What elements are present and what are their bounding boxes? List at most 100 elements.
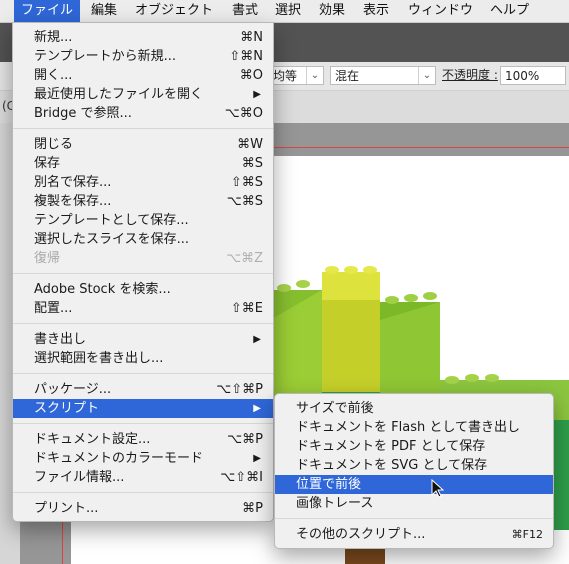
menu-item-scripts[interactable]: スクリプト ▶ bbox=[13, 399, 273, 418]
submenu-arrow-icon: ▶ bbox=[253, 89, 261, 100]
menu-item-shortcut: ⌘P bbox=[242, 501, 263, 516]
menu-item-label: その他のスクリプト... bbox=[296, 527, 426, 542]
menu-item-label: 選択したスライスを保存... bbox=[34, 232, 190, 247]
menu-item-open-recent[interactable]: 最近使用したファイルを開く ▶ bbox=[13, 85, 273, 104]
menu-item-shortcut: ⌥⇧⌘P bbox=[216, 382, 263, 397]
menu-item-label: サイズで前後 bbox=[296, 401, 374, 416]
menu-separator bbox=[13, 423, 273, 424]
menu-item-shortcut: ⌘O bbox=[239, 68, 263, 83]
opacity-value: 100% bbox=[505, 69, 540, 83]
menu-window[interactable]: ウィンドウ bbox=[401, 0, 480, 22]
menu-item-script-save-pdf[interactable]: ドキュメントを PDF として保存 bbox=[275, 437, 553, 456]
menu-item-label: 複製を保存... bbox=[34, 194, 112, 209]
align-value: 均等 bbox=[273, 69, 298, 83]
menu-item-save-as[interactable]: 別名で保存... ⇧⌘S bbox=[13, 173, 273, 192]
opacity-input[interactable]: 100% bbox=[500, 66, 566, 85]
menu-item-export-selection[interactable]: 選択範囲を書き出し... bbox=[13, 349, 273, 368]
menu-type[interactable]: 書式 bbox=[225, 0, 265, 22]
menu-item-close[interactable]: 閉じる ⌘W bbox=[13, 135, 273, 154]
lego-block bbox=[322, 272, 380, 300]
menu-item-package[interactable]: パッケージ... ⌥⇧⌘P bbox=[13, 380, 273, 399]
align-select[interactable]: 均等 ⌄ bbox=[268, 66, 324, 85]
menu-item-label: 位置で前後 bbox=[296, 477, 362, 492]
menu-item-script-arrange-by-size[interactable]: サイズで前後 bbox=[275, 399, 553, 418]
menu-item-open[interactable]: 開く... ⌘O bbox=[13, 66, 273, 85]
menu-item-save-selected-slices[interactable]: 選択したスライスを保存... bbox=[13, 230, 273, 249]
menu-file[interactable]: ファイル bbox=[14, 0, 81, 22]
menu-item-label: Adobe Stock を検索... bbox=[34, 282, 171, 297]
menu-item-new[interactable]: 新規... ⌘N bbox=[13, 28, 273, 47]
menu-item-save-copy[interactable]: 複製を保存... ⌥⌘S bbox=[13, 192, 273, 211]
submenu-arrow-icon: ▶ bbox=[253, 403, 261, 414]
menu-item-save[interactable]: 保存 ⌘S bbox=[13, 154, 273, 173]
menu-item-shortcut: ⌘W bbox=[237, 137, 263, 152]
submenu-arrow-icon: ▶ bbox=[253, 334, 261, 345]
menu-item-shortcut: ⇧⌘S bbox=[230, 175, 263, 190]
menu-separator bbox=[275, 518, 553, 519]
lego-stud bbox=[385, 296, 399, 304]
menu-item-shortcut: ⌥⌘P bbox=[227, 432, 263, 447]
menu-item-label: テンプレートから新規... bbox=[34, 49, 177, 64]
lego-stud bbox=[296, 280, 310, 288]
menu-help[interactable]: ヘルプ bbox=[483, 0, 536, 22]
menu-item-script-export-flash[interactable]: ドキュメントを Flash として書き出し bbox=[275, 418, 553, 437]
menu-bar: ファイル 編集 オブジェクト 書式 選択 効果 表示 ウィンドウ ヘルプ bbox=[0, 0, 569, 23]
menu-item-script-save-svg[interactable]: ドキュメントを SVG として保存 bbox=[275, 456, 553, 475]
lego-stud bbox=[344, 266, 358, 274]
menu-separator bbox=[13, 373, 273, 374]
menu-item-label: ドキュメントを Flash として書き出し bbox=[296, 420, 520, 435]
menu-item-label: 新規... bbox=[34, 30, 73, 45]
menu-item-label: 画像トレース bbox=[296, 496, 374, 511]
menu-item-place[interactable]: 配置... ⇧⌘E bbox=[13, 299, 273, 318]
menu-separator bbox=[13, 492, 273, 493]
mouse-pointer-icon bbox=[431, 479, 445, 498]
menu-item-label: 開く... bbox=[34, 68, 73, 83]
menu-item-other-scripts[interactable]: その他のスクリプト... ⌘F12 bbox=[275, 525, 553, 544]
menu-item-export[interactable]: 書き出し ▶ bbox=[13, 330, 273, 349]
menu-item-browse-bridge[interactable]: Bridge で参照... ⌥⌘O bbox=[13, 104, 273, 123]
menu-effect[interactable]: 効果 bbox=[312, 0, 352, 22]
menu-item-shortcut: ⇧⌘N bbox=[229, 49, 263, 64]
lego-stud bbox=[485, 374, 499, 382]
chevron-down-icon: ⌄ bbox=[418, 67, 435, 84]
menu-item-new-from-template[interactable]: テンプレートから新規... ⇧⌘N bbox=[13, 47, 273, 66]
scripts-submenu: サイズで前後 ドキュメントを Flash として書き出し ドキュメントを PDF… bbox=[274, 393, 554, 549]
menu-item-label: 選択範囲を書き出し... bbox=[34, 351, 164, 366]
menu-item-label: 最近使用したファイルを開く bbox=[34, 87, 204, 102]
menu-object[interactable]: オブジェクト bbox=[128, 0, 220, 22]
menu-item-label: スクリプト bbox=[34, 401, 100, 416]
menu-item-file-info[interactable]: ファイル情報... ⌥⇧⌘I bbox=[13, 468, 273, 487]
menu-item-print[interactable]: プリント... ⌘P bbox=[13, 499, 273, 518]
menu-item-document-setup[interactable]: ドキュメント設定... ⌥⌘P bbox=[13, 430, 273, 449]
menu-item-label: 保存 bbox=[34, 156, 61, 171]
menu-separator bbox=[13, 128, 273, 129]
menu-select[interactable]: 選択 bbox=[268, 0, 308, 22]
menu-item-label: 配置... bbox=[34, 301, 73, 316]
menu-item-script-arrange-by-position[interactable]: 位置で前後 bbox=[275, 475, 553, 494]
menu-item-label: ドキュメントを SVG として保存 bbox=[296, 458, 488, 473]
lego-stud bbox=[423, 292, 437, 300]
menu-edit[interactable]: 編集 bbox=[84, 0, 124, 22]
menu-item-label: プリント... bbox=[34, 501, 99, 516]
menu-item-script-image-trace[interactable]: 画像トレース bbox=[275, 494, 553, 513]
menu-item-label: ドキュメント設定... bbox=[34, 432, 151, 447]
menu-item-shortcut: ⌥⇧⌘I bbox=[220, 470, 263, 485]
blend-mode-value: 混在 bbox=[335, 69, 360, 83]
menu-item-search-adobe-stock[interactable]: Adobe Stock を検索... bbox=[13, 280, 273, 299]
chevron-down-icon: ⌄ bbox=[306, 67, 323, 84]
menu-item-shortcut: ⌘F12 bbox=[511, 528, 543, 541]
lego-stud bbox=[277, 284, 291, 292]
menu-item-label: ファイル情報... bbox=[34, 470, 125, 485]
menu-item-label: ドキュメントを PDF として保存 bbox=[296, 439, 486, 454]
lego-stud bbox=[404, 294, 418, 302]
menu-separator bbox=[13, 273, 273, 274]
menu-item-save-as-template[interactable]: テンプレートとして保存... bbox=[13, 211, 273, 230]
menu-item-shortcut: ⌘S bbox=[241, 156, 263, 171]
menu-item-label: 閉じる bbox=[34, 137, 74, 152]
menu-view[interactable]: 表示 bbox=[356, 0, 396, 22]
menu-item-document-color-mode[interactable]: ドキュメントのカラーモード ▶ bbox=[13, 449, 273, 468]
menu-separator bbox=[13, 323, 273, 324]
lego-stud bbox=[445, 376, 459, 384]
lego-stud bbox=[363, 266, 377, 274]
blend-mode-select[interactable]: 混在 ⌄ bbox=[330, 66, 436, 85]
